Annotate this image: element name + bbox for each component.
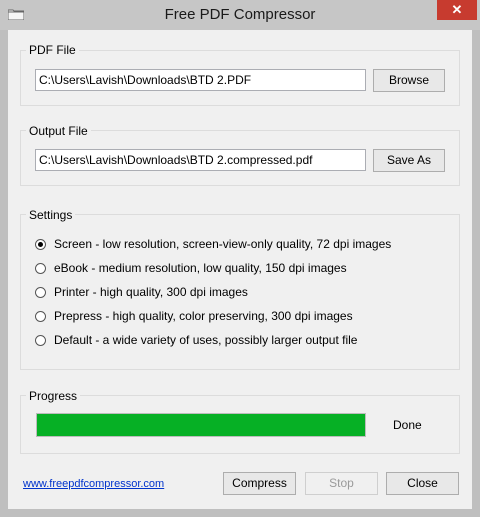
stop-button[interactable]: Stop [305,472,378,495]
settings-label: Settings [26,208,76,222]
browse-button[interactable]: Browse [373,69,445,92]
progress-bar [36,413,366,437]
compress-button[interactable]: Compress [223,472,296,495]
pdf-file-input[interactable]: C:\Users\Lavish\Downloads\BTD 2.PDF [35,69,366,91]
option-label: eBook - medium resolution, low quality, … [54,261,347,275]
radio-button-icon [35,310,46,322]
progress-status: Done [393,418,422,432]
website-link[interactable]: www.freepdfcompressor.com [23,478,164,490]
app-window: Free PDF Compressor ✕ PDF File C:\Users\… [0,0,480,517]
settings-option-ebook[interactable]: eBook - medium resolution, low quality, … [35,259,347,277]
title-bar: Free PDF Compressor ✕ [0,0,480,30]
progress-label: Progress [26,389,81,403]
radio-button-icon [35,286,46,298]
option-label: Default - a wide variety of uses, possib… [54,333,358,347]
close-icon: ✕ [451,2,463,17]
window-close-button[interactable]: ✕ [437,0,477,20]
settings-option-prepress[interactable]: Prepress - high quality, color preservin… [35,307,353,325]
option-label: Prepress - high quality, color preservin… [54,309,353,323]
settings-option-screen[interactable]: Screen - low resolution, screen-view-onl… [35,235,391,253]
settings-option-printer[interactable]: Printer - high quality, 300 dpi images [35,283,248,301]
output-file-input[interactable]: C:\Users\Lavish\Downloads\BTD 2.compress… [35,149,366,171]
radio-button-icon [35,334,46,346]
radio-button-icon [35,262,46,274]
option-label: Printer - high quality, 300 dpi images [54,285,248,299]
output-file-label: Output File [26,124,91,138]
radio-button-icon [35,238,46,250]
close-button[interactable]: Close [386,472,459,495]
progress-bar-fill [37,414,365,436]
save-as-button[interactable]: Save As [373,149,445,172]
settings-option-default[interactable]: Default - a wide variety of uses, possib… [35,331,357,349]
option-label: Screen - low resolution, screen-view-onl… [54,237,392,251]
window-title: Free PDF Compressor [164,6,316,23]
pdf-file-label: PDF File [26,43,79,57]
client-area: PDF File C:\Users\Lavish\Downloads\BTD 2… [8,30,472,509]
